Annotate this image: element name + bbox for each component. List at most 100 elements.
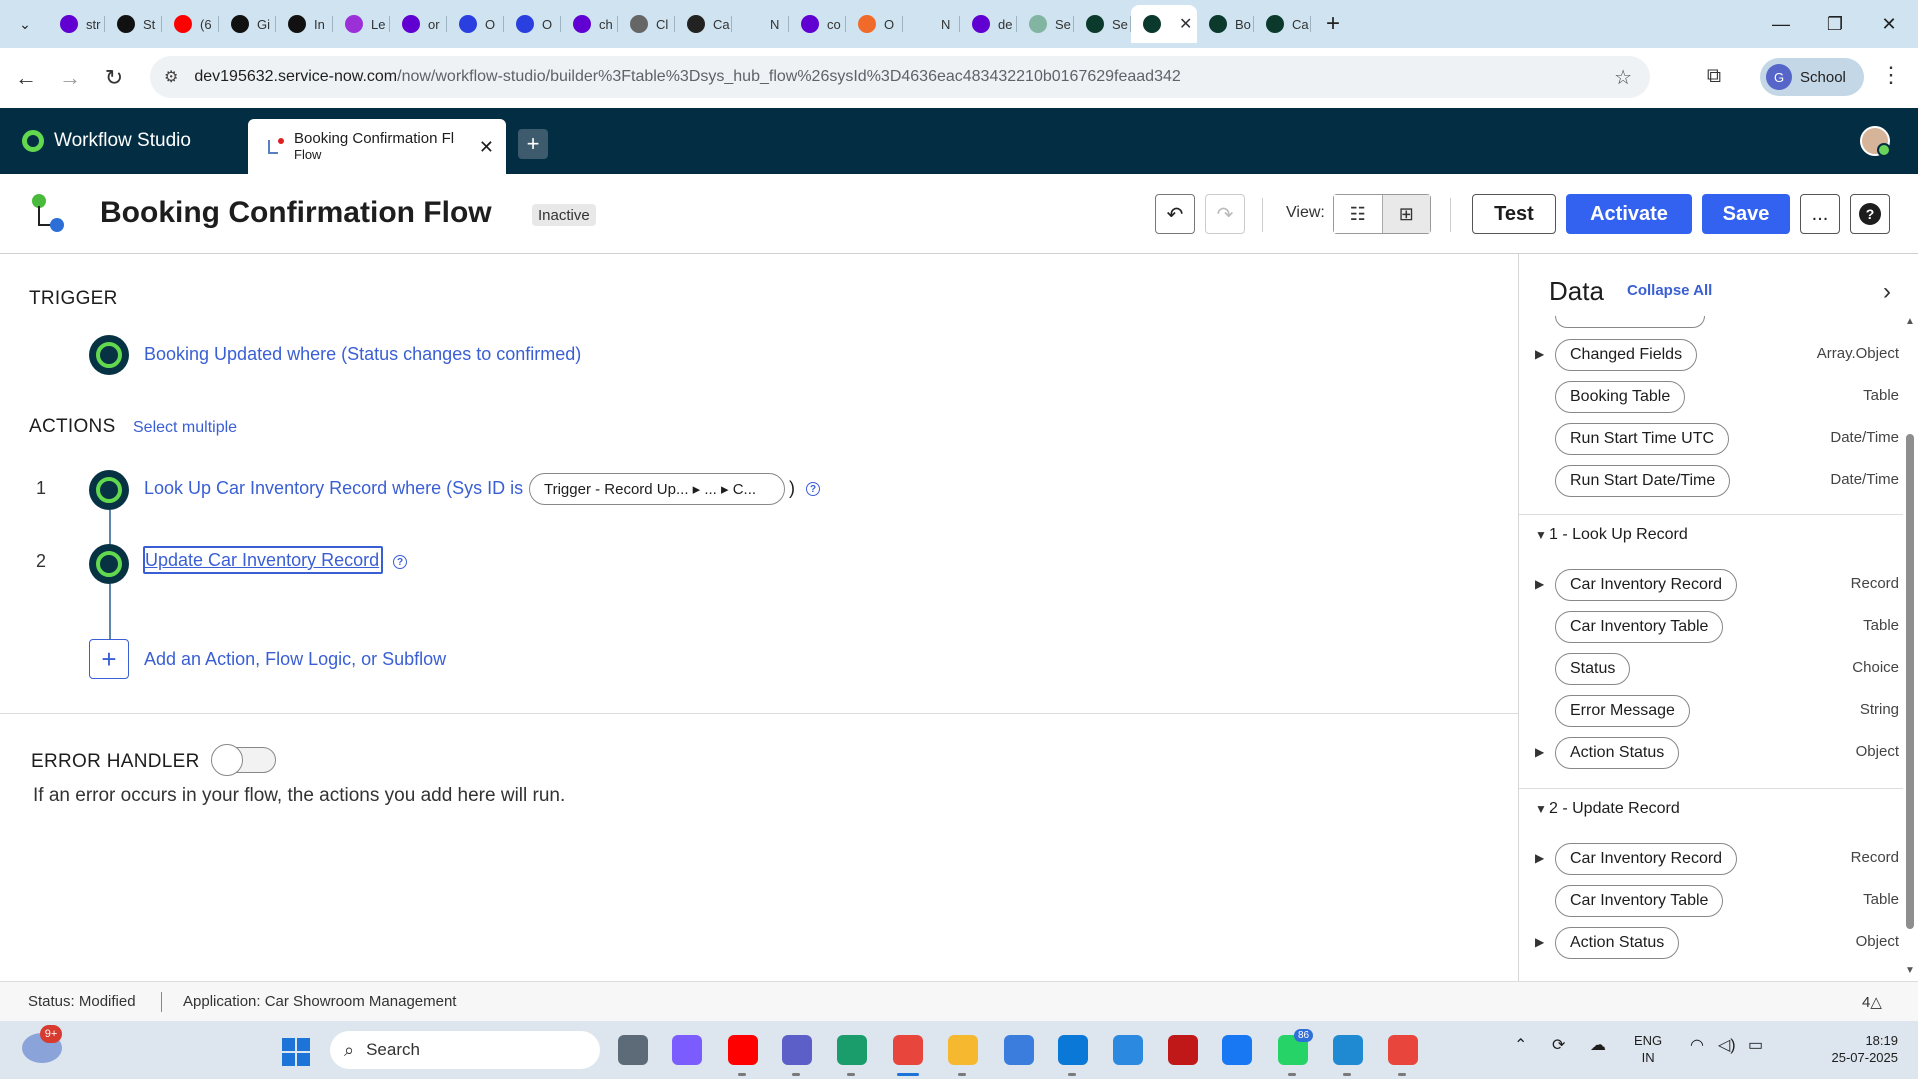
collapse-caret-icon[interactable]: ▼ [1535, 802, 1547, 816]
browser-tab[interactable]: O [504, 5, 561, 43]
browser-tab[interactable]: or [390, 5, 447, 43]
select-multiple-link[interactable]: Select multiple [133, 419, 237, 437]
data-pill-chip[interactable]: Car Inventory Table [1555, 611, 1724, 643]
chevron-right-icon[interactable]: › [1883, 278, 1891, 306]
browser-tab[interactable]: O [447, 5, 504, 43]
scrollbar-thumb[interactable] [1906, 434, 1914, 929]
taskbar-search[interactable]: ⌕ Search [330, 1031, 600, 1069]
data-group-header[interactable]: ▼ 1 - Look Up Record [1519, 514, 1903, 554]
step-2-link[interactable]: Update Car Inventory Record [145, 550, 379, 571]
new-tab-button[interactable]: + [1317, 8, 1349, 40]
volume-icon[interactable]: ◁) [1718, 1035, 1736, 1055]
facebook-icon[interactable] [1222, 1035, 1252, 1065]
close-tab-icon[interactable]: ✕ [479, 137, 494, 158]
browser-tab[interactable]: Cl [618, 5, 675, 43]
close-tab-icon[interactable]: ✕ [1179, 14, 1192, 34]
browser-menu-icon[interactable]: ⋮ [1880, 62, 1902, 88]
reload-icon[interactable]: ↻ [96, 60, 132, 96]
sync-icon[interactable]: ⟳ [1552, 1035, 1565, 1055]
chrome-icon[interactable] [893, 1035, 923, 1076]
save-button[interactable]: Save [1702, 194, 1790, 234]
expand-caret-icon[interactable]: ▶ [1535, 577, 1544, 591]
expand-caret-icon[interactable]: ▶ [1535, 935, 1544, 949]
battery-icon[interactable]: ▭ [1748, 1035, 1763, 1055]
help-icon[interactable]: ? [806, 482, 820, 496]
step-1-link[interactable]: Look Up Car Inventory Record where (Sys … [144, 478, 523, 499]
data-group-header[interactable]: ▼ 2 - Update Record [1519, 788, 1903, 828]
whatsapp-icon[interactable]: 86 [1278, 1029, 1314, 1076]
data-pill-chip[interactable]: Status [1555, 653, 1631, 685]
more-options-button[interactable]: ... [1800, 194, 1840, 234]
edge-icon[interactable] [837, 1035, 867, 1076]
diagram-view-icon[interactable]: ⊞ [1382, 195, 1430, 233]
show-hidden-icons-icon[interactable]: ⌃ [1514, 1035, 1527, 1055]
add-step-link[interactable]: Add an Action, Flow Logic, or Subflow [144, 649, 446, 670]
test-button[interactable]: Test [1472, 194, 1556, 234]
browser-tab[interactable]: ✕ [1131, 5, 1197, 43]
close-window-icon[interactable]: ✕ [1860, 0, 1918, 48]
tree-view-icon[interactable]: ☷ [1334, 195, 1383, 233]
redo-button[interactable]: ↷ [1205, 194, 1245, 234]
task-view-icon[interactable] [618, 1035, 648, 1065]
activate-button[interactable]: Activate [1566, 194, 1692, 234]
profile-button[interactable]: G School [1760, 58, 1864, 96]
bookmark-star-icon[interactable]: ☆ [1614, 65, 1632, 90]
data-pill-chip[interactable]: Action Status [1555, 737, 1680, 769]
copilot-icon[interactable] [672, 1035, 702, 1065]
collapse-caret-icon[interactable]: ▼ [1535, 528, 1547, 542]
browser-tab[interactable]: ch [561, 5, 618, 43]
vscode-icon[interactable] [1333, 1035, 1363, 1076]
language-indicator[interactable]: ENG IN [1634, 1032, 1662, 1066]
back-icon[interactable]: ← [8, 60, 44, 96]
weather-widget-icon[interactable]: 9+ [22, 1025, 62, 1063]
browser-tab[interactable]: Se [1074, 5, 1131, 43]
data-pill-chip[interactable]: Error Message [1555, 695, 1690, 727]
youtube-app-icon[interactable] [728, 1035, 758, 1076]
file-explorer-icon[interactable] [948, 1035, 978, 1076]
help-icon[interactable]: ? [393, 555, 407, 569]
data-pill-chip[interactable]: Run Start Time UTC [1555, 423, 1730, 455]
browser-tab[interactable]: (6 [162, 5, 219, 43]
start-icon[interactable] [282, 1038, 310, 1066]
app-logo[interactable]: Workflow Studio [22, 130, 191, 152]
scroll-down-icon[interactable]: ▼ [1905, 965, 1915, 976]
teams-icon[interactable] [782, 1035, 812, 1076]
trigger-link[interactable]: Booking Updated where (Status changes to… [144, 344, 581, 365]
browser-tab[interactable]: Bo [1197, 5, 1254, 43]
browser-tab[interactable]: Se [1017, 5, 1074, 43]
scrollbar[interactable]: ▲ ▼ [1905, 316, 1915, 976]
scroll-up-icon[interactable]: ▲ [1905, 316, 1915, 327]
browser-tab[interactable]: St [105, 5, 162, 43]
expand-caret-icon[interactable]: ▶ [1535, 851, 1544, 865]
browser-tab[interactable]: Ca [675, 5, 732, 43]
browser-tab[interactable]: co [789, 5, 846, 43]
restore-icon[interactable]: ❐ [1806, 0, 1864, 48]
data-pill-chip[interactable]: Booking Table [1555, 381, 1686, 413]
data-pill-chip[interactable]: Car Inventory Record [1555, 569, 1738, 601]
site-info-icon[interactable]: ⚙ [164, 67, 178, 87]
browser-tab[interactable]: In [276, 5, 333, 43]
browser-tab[interactable]: Gi [219, 5, 276, 43]
clock[interactable]: 18:19 25-07-2025 [1816, 1032, 1899, 1066]
browser-tab[interactable]: de [960, 5, 1017, 43]
tab-search-icon[interactable]: ⌄ [8, 7, 42, 41]
forward-icon[interactable]: → [52, 60, 88, 96]
extensions-icon[interactable]: ⧉ [1700, 62, 1728, 90]
store-icon[interactable] [1004, 1035, 1034, 1065]
myhp-icon[interactable] [1058, 1035, 1088, 1076]
wifi-icon[interactable]: ◠ [1690, 1035, 1704, 1055]
browser-tab[interactable]: N [732, 5, 789, 43]
data-pill-chip[interactable]: Car Inventory Record [1555, 843, 1738, 875]
error-handler-toggle[interactable] [211, 744, 276, 776]
minimize-icon[interactable]: — [1752, 0, 1810, 48]
onedrive-icon[interactable]: ☁ [1590, 1035, 1606, 1055]
collapse-all-link[interactable]: Collapse All [1627, 282, 1712, 299]
expand-caret-icon[interactable]: ▶ [1535, 745, 1544, 759]
data-pill-chip[interactable]: Changed Fields [1555, 339, 1698, 371]
user-avatar[interactable] [1860, 126, 1891, 157]
mcafee-icon[interactable] [1168, 1035, 1198, 1065]
get-help-icon[interactable] [1113, 1035, 1143, 1065]
browser-tab[interactable]: Le [333, 5, 390, 43]
add-step-button[interactable]: + [89, 639, 129, 679]
browser-tab[interactable]: N [903, 5, 960, 43]
